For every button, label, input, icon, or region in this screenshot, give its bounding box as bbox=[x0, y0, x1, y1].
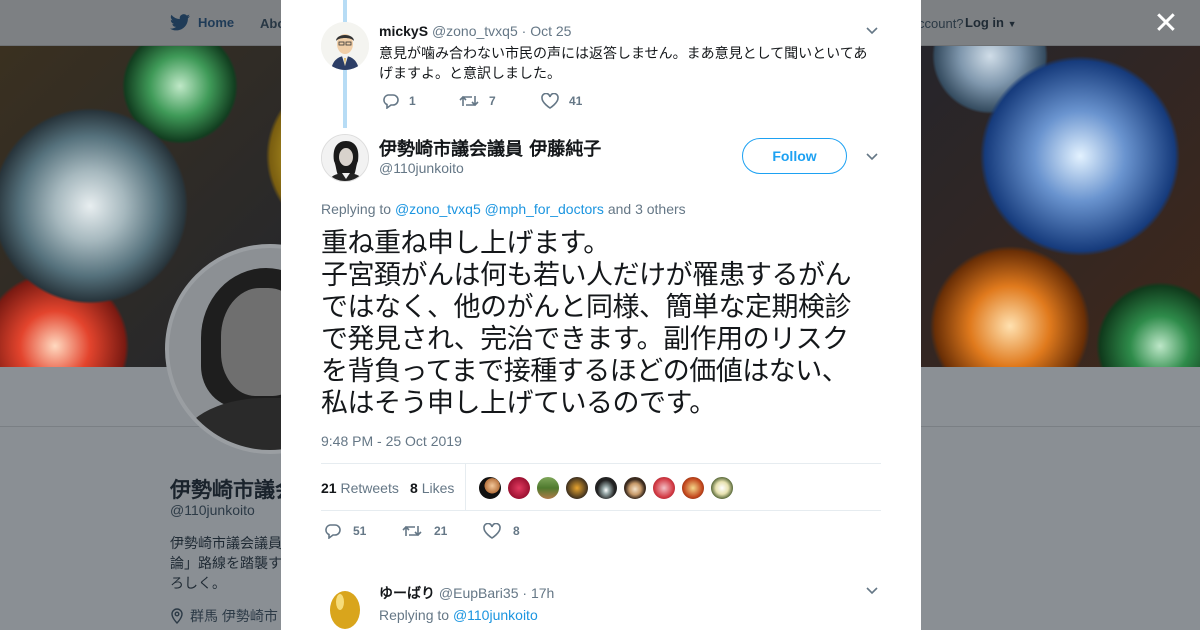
tweet-text-line: で発見され、完治できます。副作用のリスク bbox=[321, 324, 849, 355]
mention-link[interactable]: @zono_tvxq5 bbox=[395, 201, 481, 217]
reply-replying-to: Replying to @110junkoito bbox=[379, 607, 538, 623]
liker-avatar[interactable] bbox=[565, 476, 589, 500]
reply-count: 1 bbox=[409, 94, 416, 108]
tweet-text-line: 重ね重ね申し上げます。 bbox=[321, 228, 610, 259]
replying-to-line: Replying to @zono_tvxq5 @mph_for_doctors… bbox=[321, 201, 686, 217]
likes-stat[interactable]: 8 Likes bbox=[410, 480, 454, 496]
location-pin-icon bbox=[171, 608, 183, 624]
likes-stat-label: Likes bbox=[421, 480, 455, 496]
liker-avatar[interactable] bbox=[507, 476, 531, 500]
tweet-text-line: 私はそう申し上げているのです。 bbox=[321, 388, 716, 419]
replying-to-label: Replying to bbox=[379, 607, 450, 623]
egg-icon bbox=[330, 591, 360, 629]
parent-tweet-line: げますよ。と意訳しました。 bbox=[379, 65, 561, 81]
parent-tweet-text: 意見が噛み合わない市民の声には返答しません。まあ意見として聞いといてあ げますよ… bbox=[379, 43, 879, 83]
main-tweet-text: 重ね重ね申し上げます。 子宮頚がんは何も若い人だけが罹患するがん ではなく、他の… bbox=[321, 228, 881, 420]
follow-button[interactable]: Follow bbox=[742, 138, 847, 174]
mickys-avatar[interactable] bbox=[321, 22, 369, 70]
nav-home-link[interactable]: Home bbox=[170, 14, 234, 31]
mention-link[interactable]: @110junkoito bbox=[453, 607, 538, 623]
like-count: 8 bbox=[513, 524, 520, 538]
engagement-stats: 21 Retweets 8 Likes bbox=[321, 463, 881, 511]
parent-reply-button[interactable]: 1 bbox=[382, 93, 416, 109]
main-author-handle[interactable]: @110junkoito bbox=[379, 160, 464, 176]
author-avatar[interactable] bbox=[321, 134, 369, 182]
tweet-permalink-modal: mickyS @zono_tvxq5 · Oct 25 意見が噛み合わない市民の… bbox=[281, 0, 921, 630]
person-illustration-icon bbox=[321, 22, 369, 70]
tweet-text-line: を背負ってまで接種するほどの価値はない、 bbox=[321, 356, 849, 387]
parent-tweet-header: mickyS @zono_tvxq5 · Oct 25 bbox=[379, 23, 571, 39]
retweets-stat-label: Retweets bbox=[340, 480, 399, 496]
tweet-text-line: 子宮頚がんは何も若い人だけが罹患するがん bbox=[321, 260, 852, 291]
reply-icon bbox=[383, 94, 399, 109]
like-count: 41 bbox=[569, 94, 583, 108]
nav-home-label: Home bbox=[198, 15, 235, 30]
profile-bio: 伊勢崎市議会議員 論」路線を踏襲す ろしく。 bbox=[170, 533, 282, 593]
heart-icon bbox=[483, 523, 501, 539]
parent-author-handle[interactable]: @zono_tvxq5 bbox=[432, 23, 518, 39]
location-text: 群馬 伊勢崎市 bbox=[190, 608, 278, 624]
chevron-down-icon[interactable] bbox=[866, 587, 878, 595]
portrait-icon bbox=[322, 135, 368, 181]
dot-separator: · bbox=[522, 585, 528, 601]
parent-retweet-button[interactable]: 7 bbox=[459, 93, 496, 109]
retweets-stat-count: 21 bbox=[321, 480, 337, 496]
tweet-text-line: ではなく、他のがんと同様、簡単な定期検診 bbox=[321, 292, 852, 323]
close-icon[interactable]: ✕ bbox=[1152, 9, 1180, 39]
parent-tweet-date[interactable]: Oct 25 bbox=[530, 23, 571, 39]
tweet-timestamp[interactable]: 9:48 PM - 25 Oct 2019 bbox=[321, 433, 462, 449]
parent-author-name[interactable]: mickyS bbox=[379, 23, 428, 39]
liker-avatar[interactable] bbox=[710, 476, 734, 500]
reply-author-name[interactable]: ゆーばり bbox=[379, 585, 435, 601]
reply-tweet-header: ゆーばり @EupBari35 · 17h bbox=[379, 583, 554, 603]
retweet-icon bbox=[459, 95, 479, 107]
login-button[interactable]: Log in ▼ bbox=[965, 15, 1017, 30]
retweet-count: 7 bbox=[489, 94, 496, 108]
liker-avatar[interactable] bbox=[652, 476, 676, 500]
liker-avatar[interactable] bbox=[478, 476, 502, 500]
retweet-count: 21 bbox=[434, 524, 448, 538]
nav-account-prompt: ccount? bbox=[918, 16, 964, 31]
main-retweet-button[interactable]: 21 bbox=[402, 523, 447, 539]
chevron-down-icon[interactable] bbox=[866, 153, 878, 161]
reply-tweet-date[interactable]: 17h bbox=[531, 585, 554, 601]
reply-author-avatar[interactable] bbox=[321, 582, 369, 630]
liker-avatar[interactable] bbox=[536, 476, 560, 500]
bio-line: ろしく。 bbox=[170, 575, 226, 591]
profile-handle: @110junkoito bbox=[170, 502, 255, 518]
bio-line: 論」路線を踏襲す bbox=[170, 555, 282, 571]
main-reply-button[interactable]: 51 bbox=[324, 523, 366, 539]
retweet-icon bbox=[402, 525, 422, 537]
profile-location: 群馬 伊勢崎市 bbox=[170, 606, 278, 626]
parent-like-button[interactable]: 41 bbox=[541, 93, 582, 109]
replying-to-others[interactable]: and 3 others bbox=[608, 201, 686, 217]
reply-icon bbox=[325, 524, 341, 539]
heart-icon bbox=[541, 93, 559, 109]
parent-tweet-line: 意見が噛み合わない市民の声には返答しません。まあ意見として聞いといてあ bbox=[379, 45, 868, 61]
liker-avatar[interactable] bbox=[623, 476, 647, 500]
bio-line: 伊勢崎市議会議員 bbox=[170, 535, 282, 551]
main-like-button[interactable]: 8 bbox=[483, 523, 520, 539]
likes-stat-count: 8 bbox=[410, 480, 418, 496]
dot-separator: · bbox=[521, 23, 527, 39]
chevron-down-icon[interactable] bbox=[866, 27, 878, 35]
reply-count: 51 bbox=[353, 524, 367, 538]
liker-avatar[interactable] bbox=[681, 476, 705, 500]
twitter-bird-icon bbox=[170, 14, 190, 31]
stats-divider bbox=[465, 464, 466, 510]
mention-link[interactable]: @mph_for_doctors bbox=[485, 201, 604, 217]
caret-down-icon: ▼ bbox=[1007, 19, 1017, 29]
retweets-stat[interactable]: 21 Retweets bbox=[321, 480, 399, 496]
reply-author-handle[interactable]: @EupBari35 bbox=[439, 585, 519, 601]
liker-avatar[interactable] bbox=[594, 476, 618, 500]
main-author-name[interactable]: 伊勢崎市議会議員 伊藤純子 bbox=[379, 135, 601, 161]
login-label: Log in bbox=[965, 15, 1004, 30]
replying-to-label: Replying to bbox=[321, 201, 392, 217]
